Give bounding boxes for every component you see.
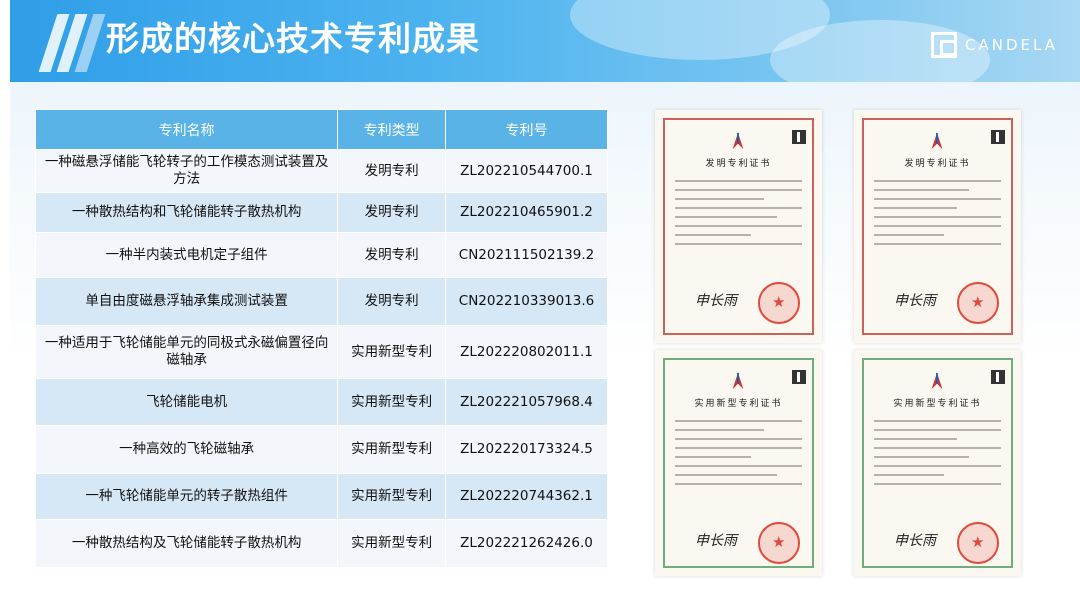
patent-type-cell: 发明专利 [337, 277, 447, 326]
page-title: 形成的核心技术专利成果 [106, 19, 480, 58]
table-header-row: 专利名称 专利类型 专利号 [34, 109, 608, 150]
patent-type-cell: 发明专利 [337, 192, 447, 233]
patent-number-cell: CN202210339013.6 [445, 277, 608, 326]
table-row: 飞轮储能电机 实用新型专利 ZL202221057968.4 [34, 378, 608, 426]
patent-number-cell: ZL202221057968.4 [445, 378, 608, 426]
table-row: 一种磁悬浮储能飞轮转子的工作模态测试装置及方法 发明专利 ZL202210544… [34, 149, 608, 193]
patent-number-cell: ZL202210465901.2 [445, 192, 608, 233]
qr-code-icon [991, 130, 1005, 144]
cnipa-emblem-icon [931, 132, 943, 150]
table-row: 一种飞轮储能单元的转子散热组件 实用新型专利 ZL202220744362.1 [34, 473, 608, 520]
table-row: 一种适用于飞轮储能单元的同极式永磁偏置径向磁轴承 实用新型专利 ZL202220… [34, 325, 608, 379]
company-logo: CANDELA [931, 32, 1058, 58]
patent-name-cell: 一种散热结构和飞轮储能转子散热机构 [34, 192, 339, 233]
certificate-title: 发明专利证书 [705, 159, 772, 169]
patent-number-cell: ZL202210544700.1 [445, 149, 608, 193]
official-seal-icon [758, 522, 800, 564]
slide: 形成的核心技术专利成果 CANDELA 专利名称 专利类型 专利号 一种磁悬浮储… [10, 0, 1080, 605]
patent-type-cell: 发明专利 [337, 149, 447, 193]
certificate-title: 实用新型专利证书 [694, 399, 783, 409]
patent-name-cell: 一种高效的飞轮磁轴承 [34, 425, 339, 474]
patent-name-cell: 一种适用于飞轮储能单元的同极式永磁偏置径向磁轴承 [34, 325, 339, 379]
certificate-image: 实用新型专利证书 申长雨 [854, 350, 1021, 576]
cnipa-emblem-icon [931, 372, 943, 390]
header-bar: 形成的核心技术专利成果 CANDELA [10, 0, 1080, 82]
table-row: 一种高效的飞轮磁轴承 实用新型专利 ZL202220173324.5 [34, 425, 608, 474]
patent-name-cell: 一种磁悬浮储能飞轮转子的工作模态测试装置及方法 [34, 149, 339, 193]
signature: 申长雨 [695, 533, 737, 549]
official-seal-icon [758, 282, 800, 324]
official-seal-icon [957, 282, 999, 324]
column-header-name: 专利名称 [34, 109, 339, 150]
certificate-title: 发明专利证书 [904, 159, 971, 169]
patent-name-cell: 一种半内装式电机定子组件 [34, 232, 339, 278]
certificate-title: 实用新型专利证书 [893, 399, 982, 409]
official-seal-icon [957, 522, 999, 564]
qr-code-icon [792, 370, 806, 384]
qr-code-icon [991, 370, 1005, 384]
signature: 申长雨 [894, 293, 936, 309]
table-row: 一种散热结构和飞轮储能转子散热机构 发明专利 ZL202210465901.2 [34, 192, 608, 233]
logo-text: CANDELA [965, 36, 1058, 54]
patent-type-cell: 实用新型专利 [337, 325, 447, 379]
patent-number-cell: ZL202220802011.1 [445, 325, 608, 379]
column-header-type: 专利类型 [337, 109, 447, 150]
cnipa-emblem-icon [732, 132, 744, 150]
patent-name-cell: 单自由度磁悬浮轴承集成测试装置 [34, 277, 339, 326]
patent-name-cell: 飞轮储能电机 [34, 378, 339, 426]
certificate-image: 发明专利证书 申长雨 [854, 110, 1021, 343]
patent-type-cell: 发明专利 [337, 232, 447, 278]
column-header-number: 专利号 [445, 109, 608, 150]
patent-type-cell: 实用新型专利 [337, 378, 447, 426]
patent-name-cell: 一种散热结构及飞轮储能转子散热机构 [34, 519, 339, 568]
patent-type-cell: 实用新型专利 [337, 425, 447, 474]
patent-number-cell: ZL202220744362.1 [445, 473, 608, 520]
certificate-image: 实用新型专利证书 申长雨 [655, 350, 822, 576]
candela-logo-icon [931, 32, 958, 58]
patent-number-cell: CN202111502139.2 [445, 232, 608, 278]
patent-name-cell: 一种飞轮储能单元的转子散热组件 [34, 473, 339, 520]
patent-table: 专利名称 专利类型 专利号 一种磁悬浮储能飞轮转子的工作模态测试装置及方法 发明… [34, 109, 608, 568]
patent-number-cell: ZL202220173324.5 [445, 425, 608, 474]
table-row: 一种半内装式电机定子组件 发明专利 CN202111502139.2 [34, 232, 608, 278]
signature: 申长雨 [695, 293, 737, 309]
decorative-stripes-icon [38, 14, 110, 74]
patent-number-cell: ZL202221262426.0 [445, 519, 608, 568]
cnipa-emblem-icon [732, 372, 744, 390]
patent-type-cell: 实用新型专利 [337, 519, 447, 568]
patent-type-cell: 实用新型专利 [337, 473, 447, 520]
table-row: 一种散热结构及飞轮储能转子散热机构 实用新型专利 ZL202221262426.… [34, 519, 608, 568]
table-row: 单自由度磁悬浮轴承集成测试装置 发明专利 CN202210339013.6 [34, 277, 608, 326]
certificate-image: 发明专利证书 申长雨 [655, 110, 822, 343]
qr-code-icon [792, 130, 806, 144]
signature: 申长雨 [894, 533, 936, 549]
